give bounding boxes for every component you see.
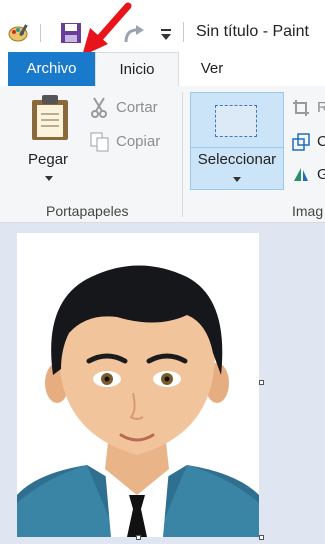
qat-separator	[183, 22, 184, 42]
clipboard-group-label: Portapapeles	[46, 203, 129, 219]
avatar-illustration	[17, 265, 259, 537]
crop-icon	[293, 100, 309, 116]
select-split-line	[191, 147, 283, 148]
copy-icon	[90, 132, 109, 152]
select-label: Seleccionar	[197, 151, 277, 168]
group-separator	[182, 92, 183, 217]
paste-dropdown-icon[interactable]	[45, 176, 53, 182]
ribbon-tabs: Archivo Inicio Ver	[0, 52, 325, 87]
crop-button[interactable]: R	[317, 99, 325, 116]
rotate-button[interactable]: G	[317, 166, 325, 183]
rotate-icon	[294, 168, 308, 181]
select-button[interactable]: Seleccionar	[190, 92, 284, 190]
resize-button[interactable]: C	[317, 133, 325, 150]
paint-app-icon	[8, 24, 28, 42]
canvas-resize-handle-right[interactable]	[259, 380, 264, 385]
resize-icon	[292, 133, 310, 151]
select-icon	[215, 105, 257, 137]
canvas-resize-handle-corner[interactable]	[259, 535, 264, 540]
paste-button[interactable]: Pegar	[28, 151, 68, 168]
copy-button[interactable]: Copiar	[116, 133, 160, 150]
window-title: Sin título - Paint	[196, 23, 309, 40]
cut-button[interactable]: Cortar	[116, 99, 158, 116]
qat-dropdown-icon[interactable]	[160, 28, 172, 42]
tab-home[interactable]: Inicio	[95, 52, 179, 87]
cut-icon	[91, 97, 107, 118]
image-group-label: Imag	[292, 203, 324, 219]
title-bar: Sin título - Paint	[0, 0, 325, 52]
tab-view[interactable]: Ver	[188, 52, 236, 86]
tab-file[interactable]: Archivo	[8, 52, 95, 86]
select-dropdown-icon[interactable]	[233, 177, 241, 183]
drawing-canvas[interactable]	[17, 233, 259, 537]
paste-icon[interactable]	[30, 94, 70, 142]
red-arrow-annotation	[82, 2, 132, 56]
canvas-resize-handle-bottom[interactable]	[136, 535, 141, 540]
qat-separator	[40, 24, 41, 42]
